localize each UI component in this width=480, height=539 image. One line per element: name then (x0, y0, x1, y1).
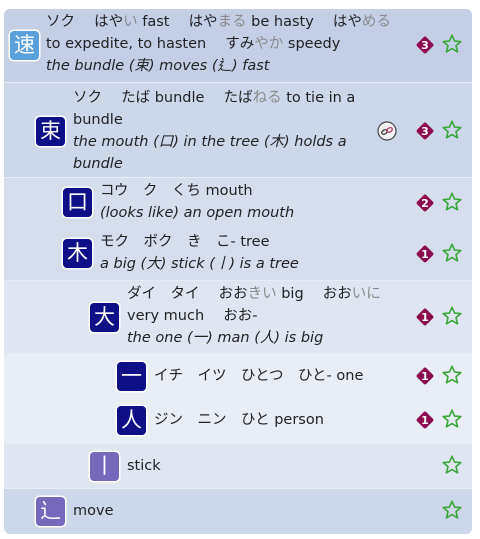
kanji-readings: ソク たば bundle たばねる to tie in a bundle (73, 90, 356, 128)
kanji-tile[interactable]: 束 (36, 117, 65, 146)
tree-row-4[interactable]: 大 ダイ タイ おおきい big おおいに very much おお- the … (4, 280, 472, 353)
badge-icon: 3 (416, 36, 434, 54)
kanji-tile[interactable]: 口 (63, 188, 92, 217)
badge-count: 1 (421, 414, 429, 427)
kanji-readings: ジン ニン ひと person (154, 412, 324, 428)
kanji-readings: イチ イツ ひとつ ひと- one (154, 368, 364, 384)
star-icon[interactable] (441, 364, 463, 386)
badge-count: 1 (421, 248, 429, 261)
kanji-meaning: move (73, 503, 114, 519)
tree-row-7[interactable]: 丨 stick (4, 443, 472, 488)
kanji-meaning: the bundle (束) moves (⻎) fast (46, 58, 270, 74)
kanji-readings: ダイ タイ おおきい big おおいに very much おお- (127, 286, 381, 324)
star-icon[interactable] (441, 499, 463, 521)
kanji-tile[interactable]: 一 (117, 362, 146, 391)
kanji-tile[interactable]: 大 (90, 303, 119, 332)
tree-row-1[interactable]: 束 ソク たば bundle たばねる to tie in a bundle t… (4, 82, 472, 177)
badge-icon: 1 (416, 411, 434, 429)
badge-icon: 1 (416, 245, 434, 263)
star-icon[interactable] (441, 191, 463, 213)
star-icon[interactable] (441, 408, 463, 430)
badge-count: 3 (421, 39, 429, 52)
badge-icon: 1 (416, 367, 434, 385)
kanji-meaning: (looks like) an open mouth (100, 205, 295, 221)
kanji-readings: モク ボク き こ- tree (100, 234, 270, 250)
kanji-readings: ソク はやい fast はやまる be hasty はやめる to expedi… (46, 14, 391, 52)
tree-row-5[interactable]: 一 イチ イツ ひとつ ひと- one 1 (4, 353, 472, 399)
tree-row-8[interactable]: ⻌ move (4, 488, 472, 534)
kanji-meaning: a big (大) stick (丨) is a tree (100, 256, 299, 272)
star-icon[interactable] (441, 305, 463, 327)
kanji-tile[interactable]: 木 (63, 239, 92, 268)
badge-count: 1 (421, 370, 429, 383)
kanji-meaning: the one (一) man (人) is big (127, 330, 324, 346)
kanji-meaning: stick (127, 458, 161, 474)
kanji-tile[interactable]: ⻌ (36, 497, 65, 526)
kanji-tile[interactable]: 人 (117, 406, 146, 435)
kanji-meaning: the mouth (口) in the tree (木) holds a bu… (73, 134, 347, 172)
badge-count: 1 (421, 311, 429, 324)
badge-icon: 2 (416, 194, 434, 212)
kanji-tree: 速 ソク はやい fast はやまる be hasty はやめる to expe… (4, 9, 472, 534)
star-icon[interactable] (441, 242, 463, 264)
star-icon[interactable] (441, 33, 463, 55)
badge-count: 3 (421, 125, 429, 138)
badge-count: 2 (421, 197, 429, 210)
kanji-tile[interactable]: 速 (10, 31, 39, 60)
kanji-readings: コウ ク くち mouth (100, 183, 253, 199)
star-icon[interactable] (441, 454, 463, 476)
tree-row-6[interactable]: 人 ジン ニン ひと person 1 (4, 399, 472, 443)
tree-row-3[interactable]: 木 モク ボク き こ- tree a big (大) stick (丨) is… (4, 228, 472, 280)
badge-icon: 3 (416, 122, 434, 140)
star-icon[interactable] (441, 119, 463, 141)
tree-row-2[interactable]: 口 コウ ク くち mouth (looks like) an open mou… (4, 177, 472, 228)
tree-row-0[interactable]: 速 ソク はやい fast はやまる be hasty はやめる to expe… (4, 9, 472, 82)
kanji-tile[interactable]: 丨 (90, 452, 119, 481)
badge-icon: 1 (416, 308, 434, 326)
chain-link-icon[interactable] (376, 120, 398, 142)
